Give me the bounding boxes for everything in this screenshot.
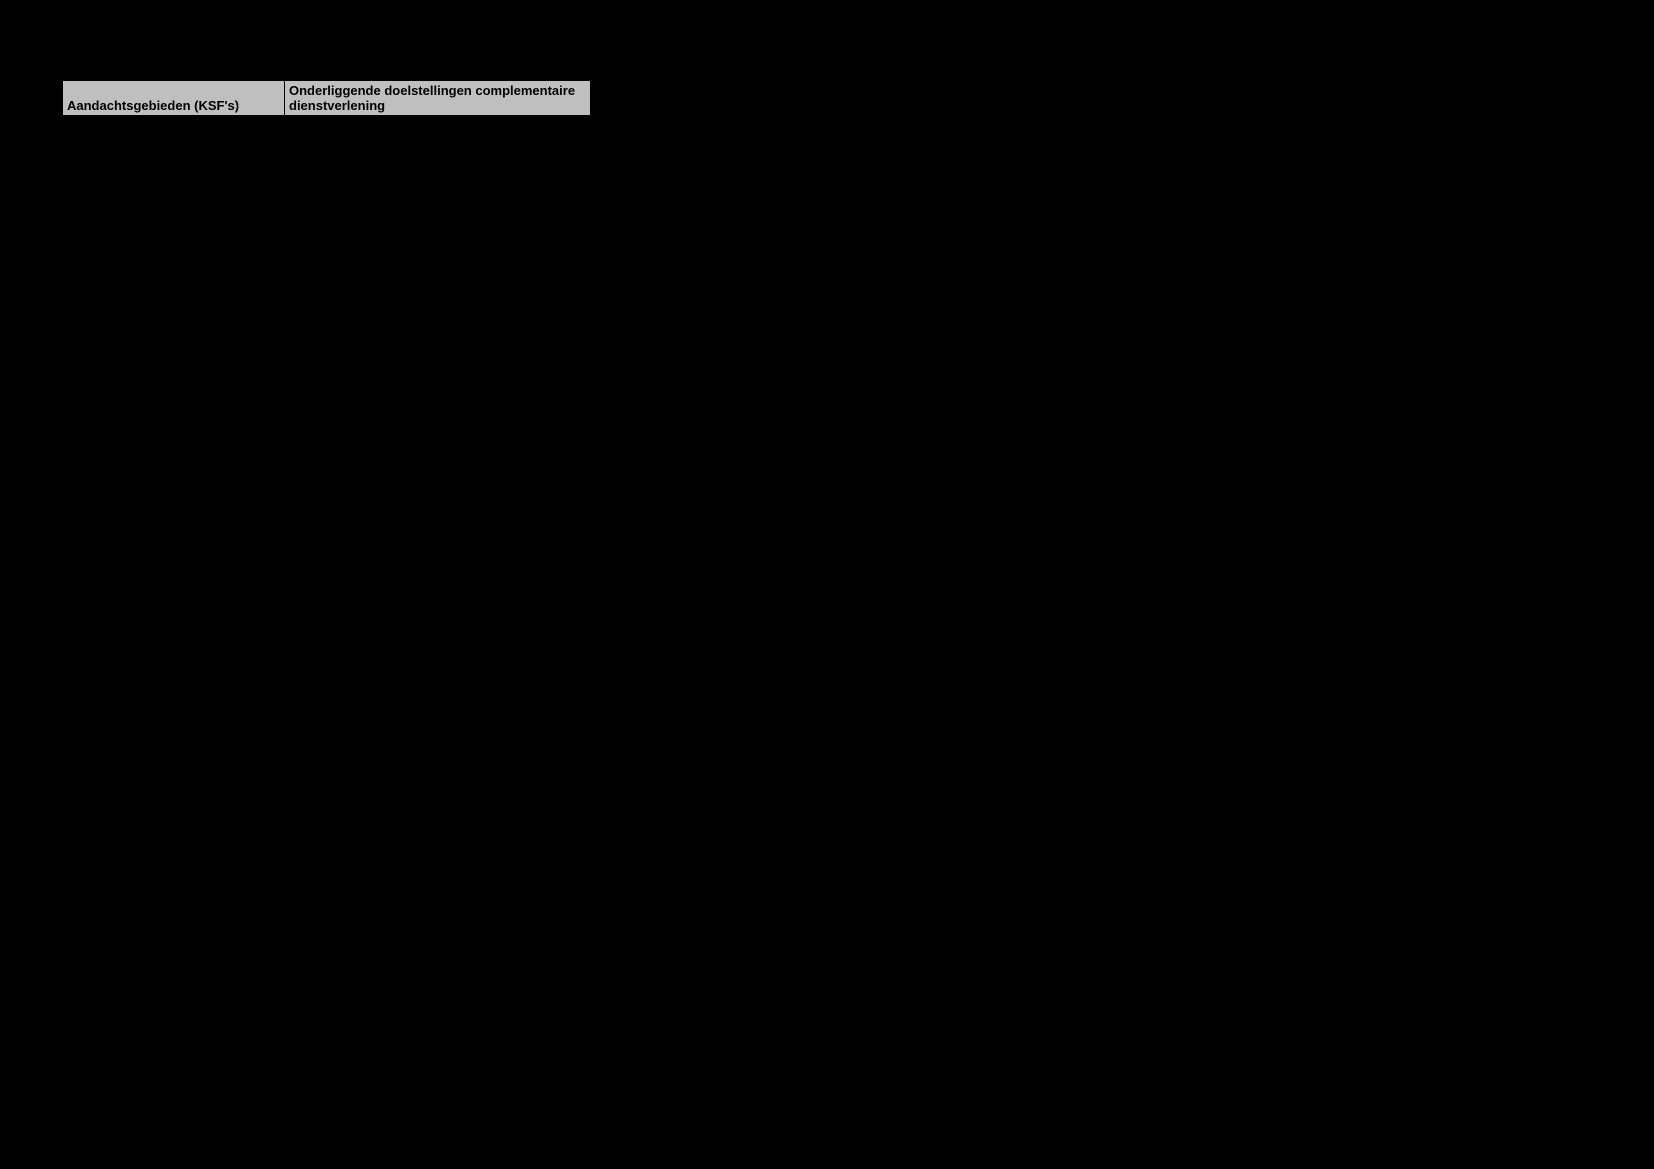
ksf-table: Aandachtsgebieden (KSF's) Onderliggende … xyxy=(62,80,591,116)
column-header-ksf: Aandachtsgebieden (KSF's) xyxy=(63,81,285,116)
column-header-doelstellingen: Onderliggende doelstellingen complementa… xyxy=(285,81,591,116)
table-header-row: Aandachtsgebieden (KSF's) Onderliggende … xyxy=(63,81,591,116)
table-container: Aandachtsgebieden (KSF's) Onderliggende … xyxy=(62,80,591,116)
